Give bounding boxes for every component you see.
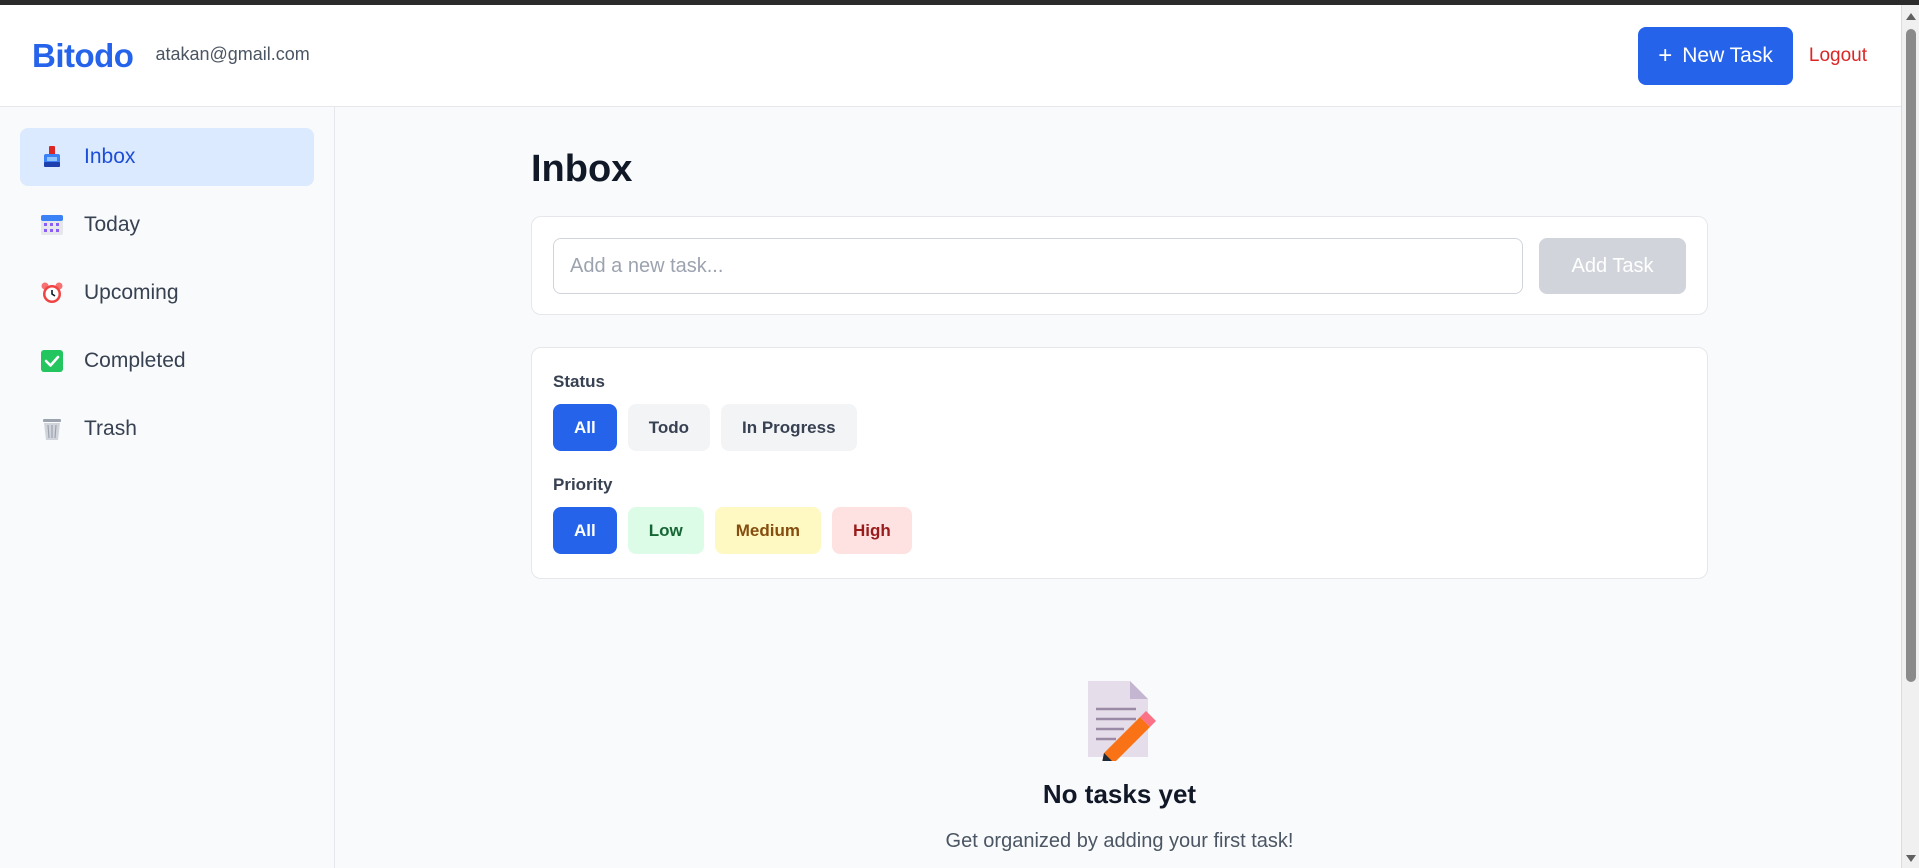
inbox-tray-icon xyxy=(40,145,64,169)
sidebar-item-label: Today xyxy=(84,213,141,236)
calendar-icon xyxy=(40,213,64,237)
logout-link[interactable]: Logout xyxy=(1809,45,1867,67)
sidebar-item-label: Upcoming xyxy=(84,281,179,304)
sidebar-item-upcoming[interactable]: Upcoming xyxy=(20,264,314,322)
user-email: atakan@gmail.com xyxy=(155,44,310,64)
priority-filter-label: Priority xyxy=(553,475,613,494)
add-task-button[interactable]: Add Task xyxy=(1539,238,1686,294)
status-filter-label: Status xyxy=(553,372,605,391)
new-task-label: New Task xyxy=(1682,43,1773,67)
scroll-down-arrow-icon[interactable] xyxy=(1906,855,1916,862)
status-filter-todo[interactable]: Todo xyxy=(627,404,711,451)
plus-icon: + xyxy=(1658,41,1673,69)
sidebar-item-today[interactable]: Today xyxy=(20,196,314,254)
priority-filter-all[interactable]: All xyxy=(553,507,617,554)
trash-basket-icon xyxy=(40,417,64,441)
page-scrollbar[interactable] xyxy=(1901,5,1919,868)
sidebar-item-label: Inbox xyxy=(84,145,136,168)
filter-card: Status All Todo In Progress Priority All… xyxy=(531,347,1708,579)
sidebar: Inbox Today Upcoming Completed Trash xyxy=(0,107,335,868)
new-task-button[interactable]: + New Task xyxy=(1638,26,1793,85)
alarm-clock-icon xyxy=(40,281,64,305)
sidebar-item-label: Trash xyxy=(84,417,137,440)
sidebar-item-completed[interactable]: Completed xyxy=(20,332,314,390)
empty-state: No tasks yet Get organized by adding you… xyxy=(531,679,1708,853)
add-task-card: Add Task xyxy=(531,216,1708,315)
app-header: Bitodo atakan@gmail.com + New Task Logou… xyxy=(0,5,1901,107)
status-filter-group: All Todo In Progress xyxy=(553,404,1686,451)
priority-filter-group: All Low Medium High xyxy=(553,507,1686,554)
brand-logo[interactable]: Bitodo xyxy=(32,37,134,75)
priority-filter-medium[interactable]: Medium xyxy=(714,507,821,554)
empty-state-title: No tasks yet xyxy=(1042,779,1197,809)
sidebar-item-label: Completed xyxy=(84,349,186,372)
empty-state-subtitle: Get organized by adding your first task! xyxy=(945,830,1294,852)
sidebar-item-trash[interactable]: Trash xyxy=(20,400,314,458)
scrollbar-thumb[interactable] xyxy=(1906,29,1916,682)
main-content: Inbox Add Task Status All Todo In Progre… xyxy=(531,107,1708,852)
status-filter-in-progress[interactable]: In Progress xyxy=(721,404,857,451)
priority-filter-low[interactable]: Low xyxy=(627,507,704,554)
header-actions: + New Task Logout xyxy=(1638,26,1869,85)
new-task-input[interactable] xyxy=(553,238,1523,294)
memo-pencil-icon xyxy=(1084,679,1156,763)
status-filter-all[interactable]: All xyxy=(553,404,617,451)
scroll-up-arrow-icon[interactable] xyxy=(1906,13,1916,20)
sidebar-item-inbox[interactable]: Inbox xyxy=(20,128,314,186)
priority-filter-high[interactable]: High xyxy=(831,507,912,554)
page-title: Inbox xyxy=(531,148,633,190)
check-box-icon xyxy=(40,349,64,373)
